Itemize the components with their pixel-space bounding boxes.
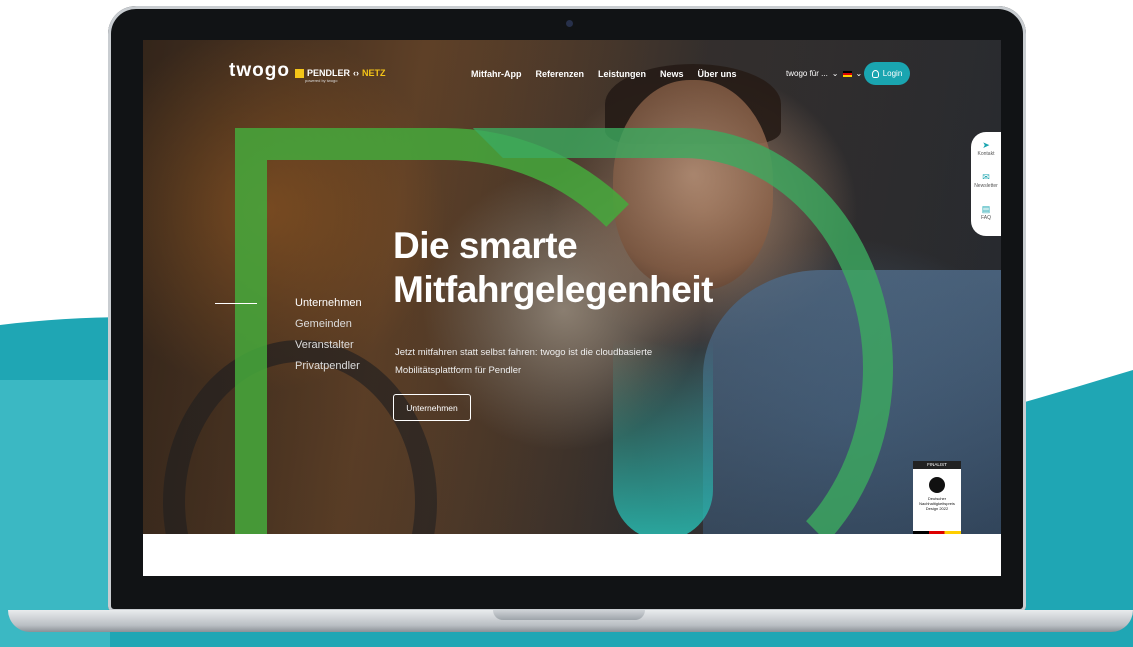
audience-select[interactable]: twogo für ... ⌄ ⌄ bbox=[786, 69, 862, 78]
award-badge[interactable]: FINALIST Deutscher Nachhaltigkeitspreis … bbox=[913, 461, 961, 534]
hero-subtext: Jetzt mitfahren statt selbst fahren: two… bbox=[395, 344, 695, 380]
top-navigation: twogo PENDLER ‹› NETZ powered by twogo M… bbox=[143, 40, 1001, 104]
user-icon bbox=[871, 69, 879, 78]
cta-unternehmen-button[interactable]: Unternehmen bbox=[393, 394, 471, 421]
float-item-faq[interactable]: ▤ FAQ bbox=[971, 204, 1001, 221]
chevron-down-icon: ⌄ bbox=[855, 69, 863, 78]
netz-logo-text: NETZ bbox=[362, 68, 386, 78]
menu-item-leistungen[interactable]: Leistungen bbox=[598, 69, 646, 79]
pendler-arrows-icon: ‹› bbox=[353, 68, 360, 78]
award-logo-icon bbox=[929, 477, 945, 493]
menu-item-mitfahr-app[interactable]: Mitfahr-App bbox=[471, 69, 522, 79]
side-nav-item-privatpendler[interactable]: Privatpendler bbox=[295, 360, 362, 372]
laptop-camera bbox=[566, 20, 573, 27]
float-item-newsletter[interactable]: ✉ Newsletter bbox=[971, 172, 1001, 189]
float-item-kontakt-label: Kontakt bbox=[977, 151, 995, 157]
badge-top-label: FINALIST bbox=[913, 461, 961, 469]
float-item-newsletter-label: Newsletter bbox=[974, 183, 998, 189]
subtext-line-1: Jetzt mitfahren statt selbst fahren: two… bbox=[395, 347, 653, 358]
login-button[interactable]: Login bbox=[864, 62, 910, 85]
twogo-logo[interactable]: twogo bbox=[229, 60, 290, 82]
headline-line-1: Die smarte bbox=[393, 225, 578, 266]
headline-line-2: Mitfahrgelegenheit bbox=[393, 269, 713, 310]
menu-item-referenzen[interactable]: Referenzen bbox=[536, 69, 585, 79]
float-item-kontakt[interactable]: ➤ Kontakt bbox=[971, 140, 1001, 157]
side-nav-item-gemeinden[interactable]: Gemeinden bbox=[295, 318, 362, 330]
side-nav-item-veranstalter[interactable]: Veranstalter bbox=[295, 339, 362, 351]
active-indicator-line bbox=[215, 303, 257, 304]
chevron-down-icon: ⌄ bbox=[831, 69, 839, 78]
send-icon: ➤ bbox=[982, 140, 990, 150]
floating-contact-bar: ➤ Kontakt ✉ Newsletter ▤ FAQ bbox=[971, 132, 1001, 236]
german-flag-icon[interactable] bbox=[842, 70, 852, 77]
hero-headline: Die smarte Mitfahrgelegenheit bbox=[393, 224, 813, 312]
login-label: Login bbox=[882, 69, 903, 78]
mail-icon: ✉ bbox=[982, 172, 990, 182]
pendler-logo-icon bbox=[295, 68, 304, 78]
laptop-screen: twogo PENDLER ‹› NETZ powered by twogo M… bbox=[143, 40, 1001, 576]
menu-item-news[interactable]: News bbox=[660, 69, 684, 79]
side-nav-item-unternehmen[interactable]: Unternehmen bbox=[295, 297, 362, 309]
main-menu: Mitfahr-App Referenzen Leistungen News Ü… bbox=[471, 69, 737, 79]
laptop-notch bbox=[493, 610, 645, 620]
content-section-start bbox=[143, 534, 1001, 576]
badge-line-3: Design 2022 bbox=[925, 506, 949, 511]
pendler-logo-text: PENDLER bbox=[307, 68, 351, 78]
menu-item-ueber-uns[interactable]: Über uns bbox=[698, 69, 737, 79]
float-item-faq-label: FAQ bbox=[980, 215, 991, 221]
audience-side-nav: Unternehmen Gemeinden Veranstalter Priva… bbox=[295, 297, 362, 381]
audience-select-label: twogo für ... bbox=[786, 69, 828, 78]
chat-icon: ▤ bbox=[981, 204, 991, 214]
pendler-logo-subtitle: powered by twogo bbox=[305, 78, 338, 83]
subtext-line-2: Mobilitätsplattform für Pendler bbox=[395, 365, 522, 376]
